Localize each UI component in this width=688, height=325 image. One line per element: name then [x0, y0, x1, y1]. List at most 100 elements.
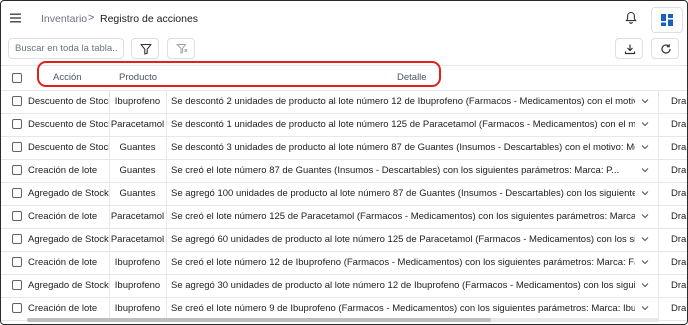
cell-accion: Agregado de Stock — [28, 188, 109, 199]
cell-detalle: Se descontó 3 unidades de producto al lo… — [171, 142, 635, 153]
column-divider — [166, 298, 167, 320]
cell-detalle: Se creó el lote número 125 de Paracetamo… — [171, 211, 635, 222]
cell-producto: Paracetamol — [110, 234, 165, 245]
chevron-down-icon[interactable] — [641, 212, 649, 220]
cell-detalle: Se agregó 100 unidades de producto al lo… — [171, 188, 635, 199]
cell-accion: Creación de lote — [28, 211, 98, 222]
cell-accion: Descuento de Stock — [28, 96, 110, 107]
column-divider — [166, 183, 167, 205]
cell-usuario: Dra — [671, 188, 687, 199]
export-button[interactable] — [615, 38, 643, 59]
column-divider — [166, 160, 167, 182]
scrollbar-thumb[interactable] — [27, 318, 491, 322]
refresh-icon — [661, 44, 671, 54]
column-divider — [658, 229, 659, 251]
column-divider — [658, 252, 659, 274]
select-all-checkbox[interactable] — [12, 73, 22, 83]
hamburger-menu-icon[interactable] — [8, 10, 24, 26]
filter-off-icon — [176, 44, 188, 54]
column-divider — [166, 206, 167, 228]
breadcrumb-separator: > — [88, 12, 95, 24]
column-header-detalle[interactable]: Detalle — [397, 72, 427, 83]
column-divider — [658, 160, 659, 182]
cell-producto: Ibuprofeno — [114, 257, 161, 268]
cell-producto: Ibuprofeno — [114, 96, 161, 107]
top-bar: Inventario > Registro de acciones — [1, 1, 687, 35]
column-divider — [166, 137, 167, 159]
row-checkbox[interactable] — [12, 142, 22, 152]
column-divider — [166, 91, 167, 113]
chevron-down-icon[interactable] — [641, 189, 649, 197]
chevron-down-icon[interactable] — [641, 143, 649, 151]
table-header: Acción Producto Detalle — [1, 65, 687, 91]
cell-usuario: Dra — [671, 142, 687, 153]
row-checkbox[interactable] — [12, 165, 22, 175]
chevron-down-icon[interactable] — [641, 120, 649, 128]
cell-usuario: Dra — [671, 119, 687, 130]
cell-usuario: Dra — [671, 303, 687, 314]
row-checkbox[interactable] — [12, 211, 22, 221]
column-divider — [658, 91, 659, 113]
breadcrumb-parent[interactable]: Inventario — [41, 13, 87, 25]
column-divider — [166, 114, 167, 136]
row-checkbox[interactable] — [12, 303, 22, 313]
table-row[interactable]: Agregado de Stock Guantes Se agregó 100 un… — [1, 183, 687, 206]
table-row[interactable]: Agregado de Stock Ibuprofeno Se agregó 30 … — [1, 275, 687, 298]
cell-detalle: Se creó el lote número 9 de Ibuprofeno (… — [171, 303, 635, 314]
cell-usuario: Dra — [671, 211, 687, 222]
column-header-accion[interactable]: Acción — [53, 72, 82, 83]
cell-producto: Guantes — [119, 142, 156, 153]
cell-accion: Agregado de Stock — [28, 280, 109, 291]
row-checkbox[interactable] — [12, 257, 22, 267]
chevron-down-icon[interactable] — [641, 235, 649, 243]
row-checkbox[interactable] — [12, 280, 22, 290]
download-icon — [624, 44, 636, 55]
column-divider — [166, 275, 167, 297]
cell-accion: Descuento de Stock — [28, 142, 110, 153]
filter-button[interactable] — [131, 38, 159, 59]
horizontal-scrollbar[interactable] — [27, 318, 659, 322]
column-divider — [658, 137, 659, 159]
chevron-down-icon[interactable] — [641, 97, 649, 105]
cell-usuario: Dra — [671, 96, 687, 107]
table-row[interactable]: Creación de lote Paracetamol Se creó el lo… — [1, 206, 687, 229]
clear-filter-button[interactable] — [167, 38, 195, 59]
table-row[interactable]: Creación de lote Ibuprofeno Se creó el lot… — [1, 252, 687, 275]
page-title: Registro de acciones — [100, 13, 199, 25]
table-row[interactable]: Descuento de Stock Guantes Se descontó 3 u… — [1, 137, 687, 160]
chevron-down-icon[interactable] — [641, 166, 649, 174]
column-divider — [658, 183, 659, 205]
cell-producto: Guantes — [119, 188, 156, 199]
cell-accion: Creación de lote — [28, 165, 98, 176]
row-checkbox[interactable] — [12, 119, 22, 129]
refresh-button[interactable] — [651, 38, 679, 59]
cell-producto: Ibuprofeno — [114, 280, 161, 291]
column-divider — [166, 229, 167, 251]
table-row[interactable]: Descuento de Stock Paracetamol Se descontó… — [1, 114, 687, 137]
dashboard-icon — [661, 14, 673, 26]
table-row[interactable]: Agregado de Stock Paracetamol Se agregó 60… — [1, 229, 687, 252]
table-body: Descuento de Stock Ibuprofeno Se descontó … — [1, 91, 687, 321]
dashboard-button[interactable] — [651, 7, 683, 33]
cell-accion: Descuento de Stock — [28, 119, 110, 130]
table-row[interactable]: Creación de lote Guantes Se creó el lote n… — [1, 160, 687, 183]
row-checkbox[interactable] — [12, 96, 22, 106]
cell-accion: Creación de lote — [28, 303, 98, 314]
search-input[interactable] — [8, 38, 124, 59]
bell-icon[interactable] — [624, 11, 638, 25]
cell-producto: Paracetamol — [110, 119, 165, 130]
chevron-down-icon[interactable] — [641, 258, 649, 266]
cell-detalle: Se agregó 30 unidades de producto al lot… — [171, 280, 635, 291]
row-checkbox[interactable] — [12, 234, 22, 244]
table-row[interactable]: Descuento de Stock Ibuprofeno Se descontó … — [1, 91, 687, 114]
cell-accion: Agregado de Stock — [28, 234, 109, 245]
cell-usuario: Dra — [671, 257, 687, 268]
chevron-down-icon[interactable] — [641, 304, 649, 312]
cell-detalle: Se creó el lote número 12 de Ibuprofeno … — [171, 257, 635, 268]
chevron-down-icon[interactable] — [641, 281, 649, 289]
actions-table: Acción Producto Detalle Descuento de Sto… — [1, 65, 687, 321]
column-header-producto[interactable]: Producto — [119, 72, 157, 83]
column-divider — [658, 114, 659, 136]
cell-usuario: Dra — [671, 234, 687, 245]
row-checkbox[interactable] — [12, 188, 22, 198]
